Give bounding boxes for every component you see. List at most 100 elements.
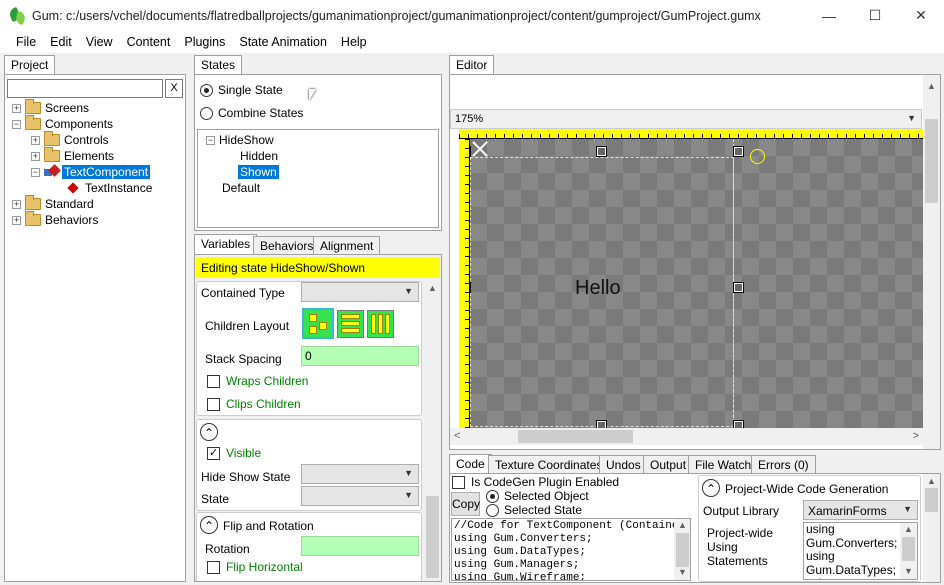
resize-handle[interactable]	[733, 146, 744, 157]
scroll-down-icon[interactable]: ▼	[900, 566, 917, 576]
scroll-thumb[interactable]	[518, 430, 633, 443]
menu-plugins[interactable]: Plugins	[177, 35, 232, 49]
radio-icon[interactable]	[486, 489, 499, 503]
variables-scrollbar[interactable]: ▲	[424, 281, 441, 581]
tab-editor[interactable]: Editor	[449, 55, 495, 75]
checkbox-icon[interactable]	[452, 475, 465, 489]
layout-regular-button[interactable]	[302, 308, 334, 339]
collapse-icon[interactable]: −	[12, 119, 21, 129]
collapse-group-button[interactable]: ⌃	[200, 516, 218, 534]
output-library-dropdown[interactable]: XamarinForms ▼	[803, 500, 918, 520]
checkbox-icon[interactable]	[207, 374, 220, 388]
resize-handle[interactable]	[733, 420, 744, 428]
close-button[interactable]: ✕	[898, 0, 944, 31]
visible-checkbox[interactable]: Visible	[207, 446, 261, 460]
collapse-icon[interactable]: −	[31, 167, 40, 177]
stack-spacing-input[interactable]: 0	[301, 346, 419, 366]
rotation-handle-icon[interactable]	[750, 149, 765, 164]
canvas-horizontal-scrollbar[interactable]: < >	[450, 428, 923, 445]
menu-view[interactable]: View	[79, 35, 120, 49]
menu-help[interactable]: Help	[334, 35, 374, 49]
clips-children-checkbox[interactable]: Clips Children	[207, 397, 301, 411]
tree-item-elements[interactable]: + Elements	[31, 147, 114, 164]
layout-top-to-bottom-button[interactable]	[337, 310, 364, 338]
tree-item-text-component[interactable]: − TextComponent	[31, 164, 151, 180]
generated-code-box[interactable]: //Code for TextComponent (Container) usi…	[451, 518, 691, 581]
project-search-input[interactable]	[7, 79, 163, 98]
tab-code[interactable]: Code	[449, 454, 492, 474]
selected-object-radio[interactable]: Selected Object	[486, 489, 589, 503]
tree-item-behaviors[interactable]: + Behaviors	[12, 211, 98, 228]
copy-button[interactable]: Copy	[451, 492, 480, 516]
checkbox-icon[interactable]	[207, 397, 220, 411]
combine-states-radio[interactable]: Combine States	[200, 106, 303, 120]
tab-file-watch[interactable]: File Watch	[688, 455, 759, 473]
wraps-children-checkbox[interactable]: Wraps Children	[207, 374, 308, 388]
resize-handle[interactable]	[733, 282, 744, 293]
scroll-left-icon[interactable]: <	[454, 430, 460, 442]
radio-icon[interactable]	[200, 83, 213, 97]
radio-icon[interactable]	[200, 106, 213, 120]
scroll-thumb[interactable]	[925, 119, 938, 203]
menu-edit[interactable]: Edit	[43, 35, 79, 49]
flip-horizontal-checkbox[interactable]: Flip Horizontal	[207, 560, 303, 574]
state-item-shown[interactable]: Shown	[238, 164, 279, 180]
editor-outer-scrollbar[interactable]: ▲	[923, 75, 940, 449]
menu-content[interactable]: Content	[120, 35, 178, 49]
state-category-hideshow[interactable]: − HideShow	[206, 132, 274, 148]
single-state-radio[interactable]: Single State	[200, 83, 283, 97]
scroll-thumb[interactable]	[902, 537, 915, 561]
maximize-button[interactable]: ☐	[852, 0, 898, 31]
tab-alignment[interactable]: Alignment	[313, 236, 381, 254]
scroll-thumb[interactable]	[426, 496, 439, 578]
menu-state-animation[interactable]: State Animation	[232, 35, 334, 49]
codegen-enabled-checkbox[interactable]: Is CodeGen Plugin Enabled	[452, 475, 619, 489]
state-dropdown[interactable]: ▼	[301, 486, 419, 506]
tab-errors[interactable]: Errors (0)	[751, 455, 816, 473]
rotation-input[interactable]	[301, 536, 419, 556]
menu-file[interactable]: File	[9, 35, 43, 49]
tree-item-standard[interactable]: + Standard	[12, 195, 94, 212]
resize-handle[interactable]	[596, 146, 607, 157]
tab-behaviors[interactable]: Behaviors	[253, 236, 321, 254]
collapse-group-button[interactable]: ⌃	[200, 423, 218, 441]
code-scrollbar[interactable]: ▲ ▼	[674, 519, 690, 580]
scroll-down-icon[interactable]: ▼	[674, 567, 690, 577]
state-item-hidden[interactable]: Hidden	[240, 148, 278, 164]
layout-left-to-right-button[interactable]	[367, 310, 394, 338]
scroll-up-icon[interactable]: ▲	[674, 520, 690, 530]
hide-show-state-dropdown[interactable]: ▼	[301, 464, 419, 484]
clear-search-button[interactable]: X	[165, 79, 183, 98]
scroll-up-icon[interactable]: ▲	[900, 524, 917, 534]
canvas-hello-text[interactable]: Hello	[575, 277, 621, 300]
radio-icon[interactable]	[486, 503, 499, 517]
checkbox-icon[interactable]	[207, 446, 220, 460]
tab-texture-coordinates[interactable]: Texture Coordinates	[488, 455, 610, 473]
scroll-thumb[interactable]	[676, 533, 689, 567]
scroll-right-icon[interactable]: >	[913, 430, 919, 442]
scroll-thumb[interactable]	[925, 488, 938, 512]
tree-item-controls[interactable]: + Controls	[31, 131, 109, 148]
using-scrollbar[interactable]: ▲ ▼	[900, 523, 917, 579]
expand-icon[interactable]: +	[12, 215, 21, 225]
scroll-up-icon[interactable]: ▲	[424, 283, 441, 293]
tab-project[interactable]: Project	[4, 55, 56, 75]
collapse-icon[interactable]: −	[206, 135, 215, 145]
expand-icon[interactable]: +	[31, 135, 40, 145]
contained-type-dropdown[interactable]: ▼	[301, 282, 419, 302]
tree-item-components[interactable]: − Components	[12, 115, 113, 132]
scroll-up-icon[interactable]: ▲	[923, 476, 940, 486]
code-panel-scrollbar[interactable]: ▲	[923, 474, 940, 582]
tree-item-text-instance[interactable]: TextInstance	[65, 180, 152, 196]
tab-undos[interactable]: Undos	[599, 455, 648, 473]
collapse-group-button[interactable]: ⌃	[702, 479, 720, 497]
checkbox-icon[interactable]	[207, 560, 220, 574]
expand-icon[interactable]: +	[12, 199, 21, 209]
tab-variables[interactable]: Variables	[194, 234, 258, 255]
zoom-dropdown[interactable]: 175% ▼	[450, 109, 922, 129]
selected-state-radio[interactable]: Selected State	[486, 503, 582, 517]
editor-canvas[interactable]: Hello	[470, 139, 923, 428]
scroll-up-icon[interactable]: ▲	[923, 81, 940, 91]
minimize-button[interactable]: —	[806, 0, 852, 31]
tree-item-screens[interactable]: + Screens	[12, 99, 89, 116]
